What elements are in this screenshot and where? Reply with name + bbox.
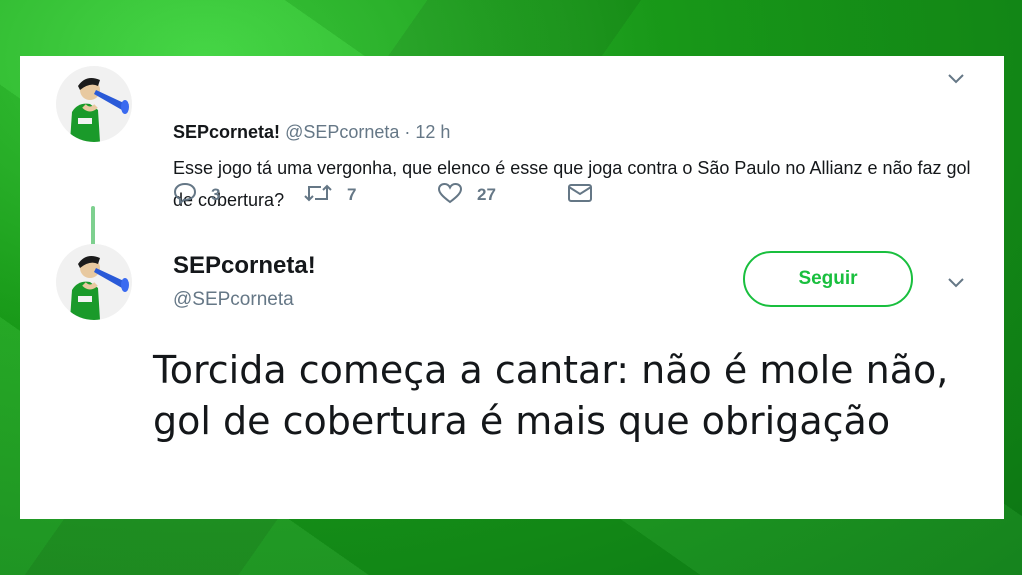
display-name[interactable]: SEPcorneta!	[173, 122, 280, 142]
avatar-illustration	[56, 66, 132, 142]
tweet-card: SEPcorneta! @SEPcorneta · 12 h Esse jogo…	[20, 56, 1004, 519]
retweet-button[interactable]: 7	[303, 180, 356, 210]
tweet-actions: 3 7 27	[173, 180, 623, 210]
avatar-illustration	[56, 244, 132, 320]
avatar[interactable]	[56, 66, 132, 142]
follow-button[interactable]: Seguir	[743, 251, 913, 307]
message-icon	[567, 182, 593, 209]
chevron-down-icon[interactable]	[945, 68, 967, 90]
reply-icon	[173, 182, 197, 209]
retweet-count: 7	[347, 185, 357, 204]
tweet-header: SEPcorneta! @SEPcorneta · 12 h	[173, 122, 450, 143]
chevron-down-icon[interactable]	[945, 272, 967, 294]
user-handle[interactable]: @SEPcorneta	[285, 122, 399, 142]
user-handle[interactable]: @SEPcorneta	[173, 289, 294, 311]
tweet-time[interactable]: · 12 h	[404, 122, 450, 142]
display-name[interactable]: SEPcorneta!	[173, 252, 316, 280]
message-button[interactable]	[567, 180, 593, 210]
like-icon	[437, 182, 463, 209]
retweet-icon	[303, 182, 333, 209]
avatar[interactable]	[56, 244, 132, 320]
tweet-text: Torcida começa a cantar: não é mole não,…	[153, 348, 949, 443]
like-button[interactable]: 27	[437, 180, 496, 210]
reply-button[interactable]: 3	[173, 180, 220, 210]
reply-count: 3	[211, 185, 221, 204]
like-count: 27	[477, 185, 496, 204]
